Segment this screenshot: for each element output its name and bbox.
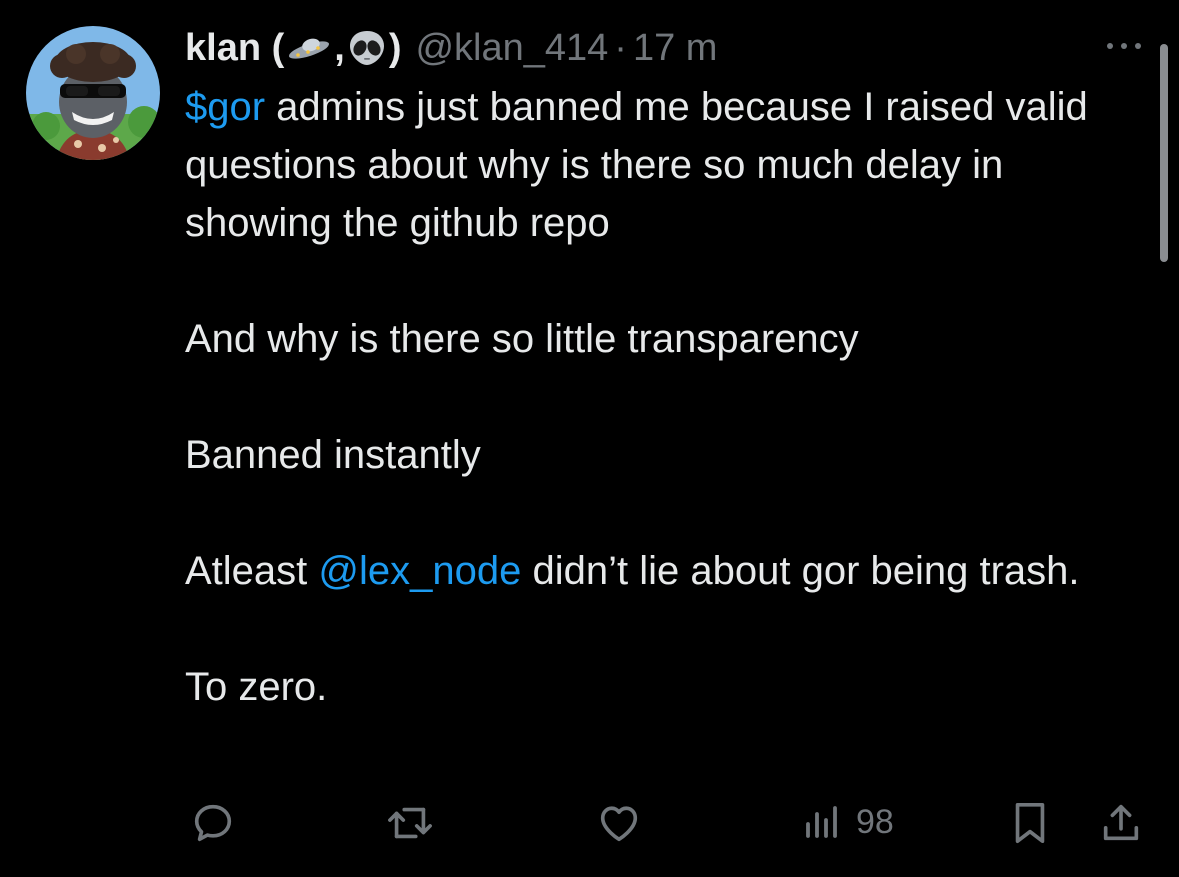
header-separator: · — [614, 26, 627, 69]
tweet-action-bar: 98 — [0, 790, 1179, 860]
author-handle[interactable]: @klan_414 — [415, 27, 608, 70]
analytics-icon — [806, 806, 837, 838]
mention-link[interactable]: @lex_node — [318, 549, 521, 593]
tweet-paragraph-5: To zero. — [185, 665, 328, 709]
share-button[interactable] — [1098, 800, 1144, 846]
tweet-timestamp[interactable]: 17 m — [633, 27, 717, 70]
reply-icon — [194, 804, 232, 842]
scrollbar[interactable] — [1160, 44, 1168, 262]
author-name-prefix: klan ( — [185, 26, 285, 69]
tweet-paragraph-1: $gor admins just banned me because I rai… — [185, 78, 1115, 252]
reply-button[interactable] — [190, 800, 236, 846]
views-button[interactable]: 98 — [802, 802, 894, 842]
avatar-image — [26, 26, 160, 160]
tweet-paragraph-3: Banned instantly — [185, 433, 481, 477]
avatar[interactable] — [26, 26, 160, 160]
cashtag-link[interactable]: $gor — [185, 85, 265, 129]
tweet-paragraph-4-pre: Atleast — [185, 549, 319, 593]
bookmark-button[interactable] — [1010, 800, 1050, 846]
tweet-paragraph-4-post: didn’t lie about gor being trash. — [521, 549, 1080, 593]
like-button[interactable] — [596, 800, 642, 846]
bookmark-icon — [1015, 802, 1045, 844]
views-count: 98 — [856, 802, 894, 841]
tweet-body: $gor admins just banned me because I rai… — [185, 78, 1115, 716]
tweet-paragraph-1-text: admins just banned me because I raised v… — [185, 85, 1088, 245]
retweet-button[interactable] — [384, 800, 436, 846]
tweet-paragraph-2: And why is there so little transparency — [185, 317, 859, 361]
heart-icon — [600, 806, 638, 842]
author-name[interactable]: klan ( , ) — [185, 27, 401, 70]
share-icon — [1103, 804, 1139, 841]
tweet-paragraph-4: Atleast @lex_node didn’t lie about gor b… — [185, 542, 1115, 600]
author-name-separator: , — [334, 26, 345, 69]
tweet-header: klan ( , ) @klan_414 · 17 m — [185, 22, 717, 74]
more-options-button[interactable] — [1102, 36, 1146, 56]
author-name-suffix: ) — [388, 26, 402, 69]
flying-saucer-icon — [286, 31, 332, 65]
more-icon — [1107, 43, 1141, 49]
retweet-icon — [388, 807, 432, 839]
alien-icon — [347, 28, 387, 68]
